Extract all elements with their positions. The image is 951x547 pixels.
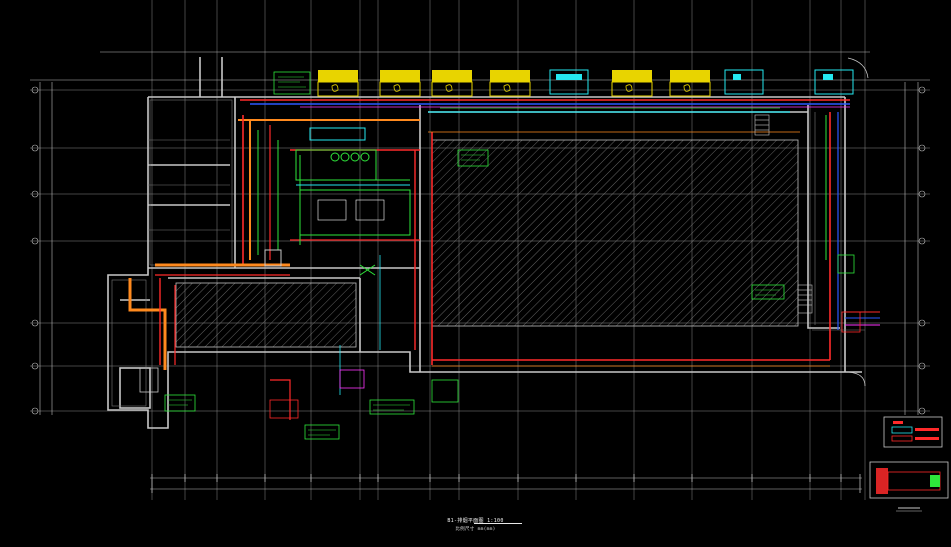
top-dimension-chain (30, 51, 930, 81)
right-corner-detail (837, 254, 866, 387)
bottom-dimension-chain (150, 474, 862, 493)
right-dimension-chain (904, 82, 926, 415)
title-underline (474, 523, 522, 524)
left-dimension-chain (31, 82, 53, 415)
hvac-floor-plan (30, 0, 949, 512)
drawing-subtitle: 比例尺寸 mm(mm) (455, 527, 496, 532)
fan-units (317, 57, 869, 97)
fan-unit (724, 69, 764, 95)
fan-unit (549, 69, 589, 95)
fan-unit (489, 70, 531, 97)
legend-box (883, 416, 943, 448)
fan-unit (611, 70, 653, 97)
fan-unit (431, 70, 473, 97)
fan-unit (669, 70, 711, 97)
fan-unit (379, 70, 421, 97)
key-plan (869, 461, 949, 512)
fan-unit (814, 69, 854, 95)
hatched-hall-area (431, 139, 799, 327)
fan-unit (317, 70, 359, 97)
hatched-west-area (175, 282, 357, 348)
